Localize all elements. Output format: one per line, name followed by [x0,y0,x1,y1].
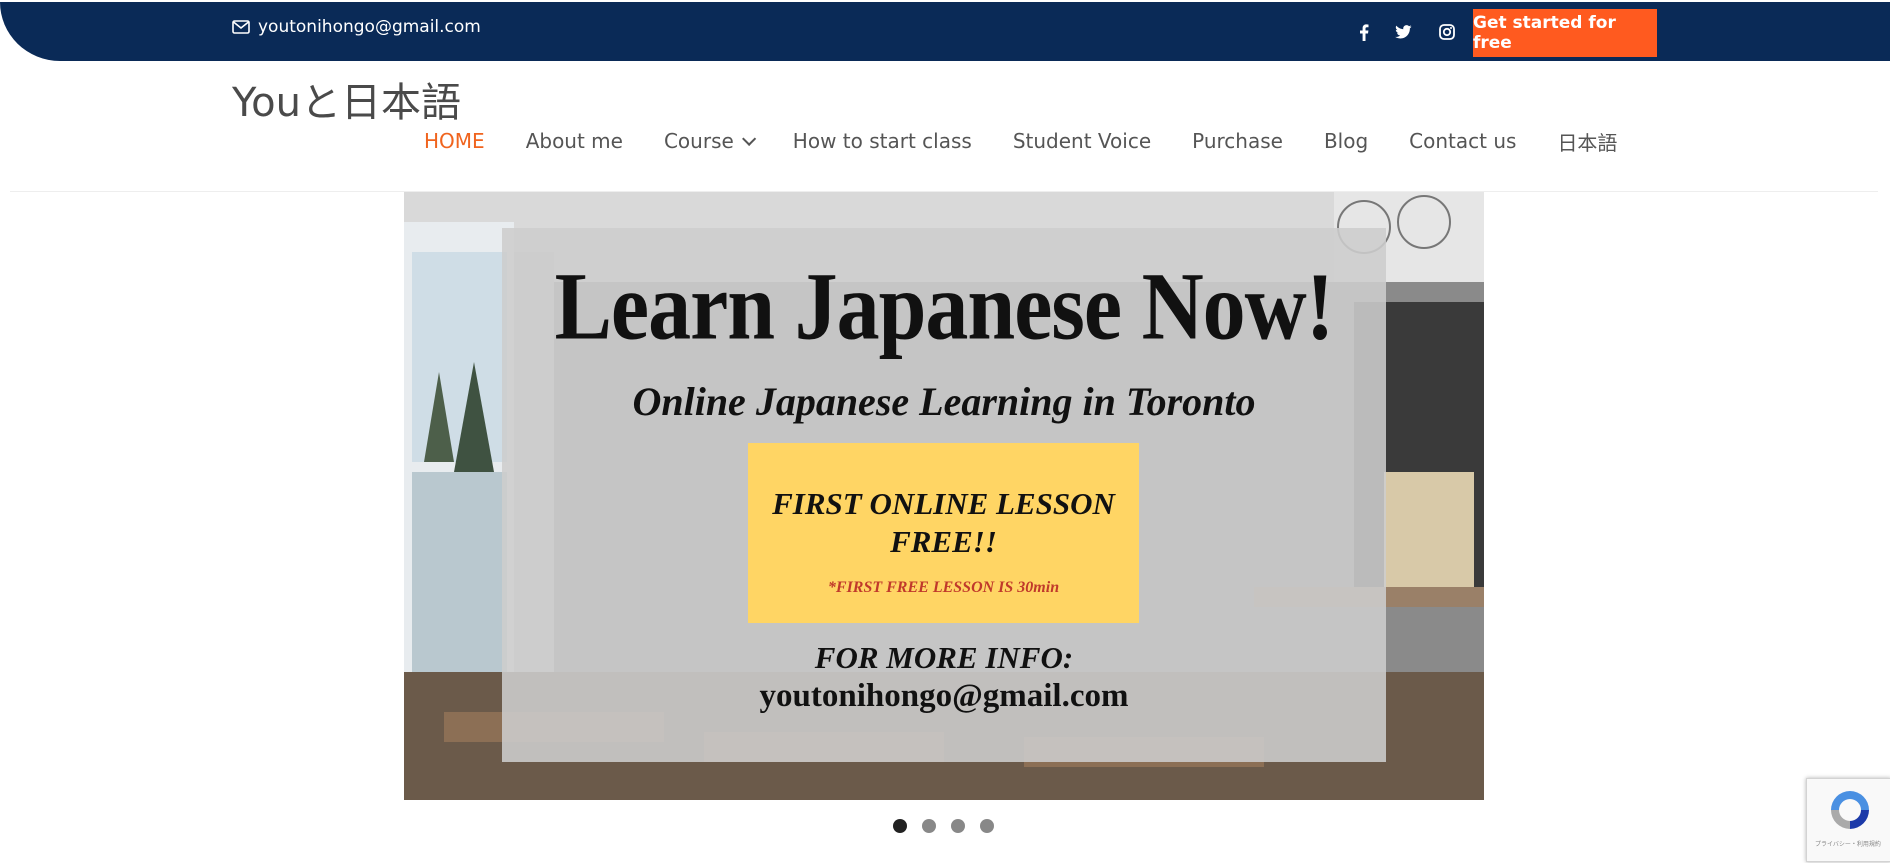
recaptcha-text: プライバシー・利用規約 [1815,841,1881,848]
nav-item-japanese[interactable]: 日本語 [1557,127,1617,156]
header-email-text: youtonihongo@gmail.com [258,17,481,37]
info-email: youtonihongo@gmail.com [759,678,1129,714]
recaptcha-badge[interactable]: プライバシー・利用規約 [1806,778,1890,862]
nav-item-home[interactable]: HOME [424,129,485,153]
info-label: FOR MORE INFO: [814,640,1074,675]
nav-item-purchase[interactable]: Purchase [1192,129,1283,153]
slider-pagination [893,819,994,833]
main-nav: HOME About me Course How to start class … [424,126,1617,156]
hero-subtitle: Online Japanese Learning in Toronto [632,379,1256,424]
get-started-button[interactable]: Get started for free [1473,9,1657,57]
nav-item-blog[interactable]: Blog [1324,129,1368,153]
hero-title: Learn Japanese Now! [554,252,1335,360]
offer-box: FIRST ONLINE LESSON FREE!! *FIRST FREE L… [748,443,1139,623]
nav-item-contact-us[interactable]: Contact us [1409,129,1516,153]
nav-item-course[interactable]: Course [664,129,756,153]
slider-dot-3[interactable] [951,819,965,833]
instagram-icon[interactable] [1435,20,1459,44]
nav-item-student-voice[interactable]: Student Voice [1013,129,1151,153]
nav-item-how-to-start-class[interactable]: How to start class [793,129,972,153]
chevron-down-icon [741,131,756,146]
facebook-icon[interactable] [1352,20,1376,44]
offer-headline: FIRST ONLINE LESSON FREE!! [772,486,1115,559]
offer-note: *FIRST FREE LESSON IS 30min [827,579,1060,596]
site-logo[interactable]: Youと日本語 [232,70,461,128]
top-bar: youtonihongo@gmail.com Get started for f… [0,2,1890,61]
header-email[interactable]: youtonihongo@gmail.com [232,17,481,37]
hero-slider[interactable]: Learn Japanese Now! Online Japanese Lear… [404,192,1484,800]
nav-item-about-me[interactable]: About me [526,129,623,153]
envelope-icon [232,20,250,34]
hero-banner: Learn Japanese Now! Online Japanese Lear… [502,228,1386,762]
slider-dot-1[interactable] [893,819,907,833]
slider-dot-2[interactable] [922,819,936,833]
twitter-icon[interactable] [1391,20,1415,44]
slider-dot-4[interactable] [980,819,994,833]
recaptcha-icon [1831,791,1869,829]
